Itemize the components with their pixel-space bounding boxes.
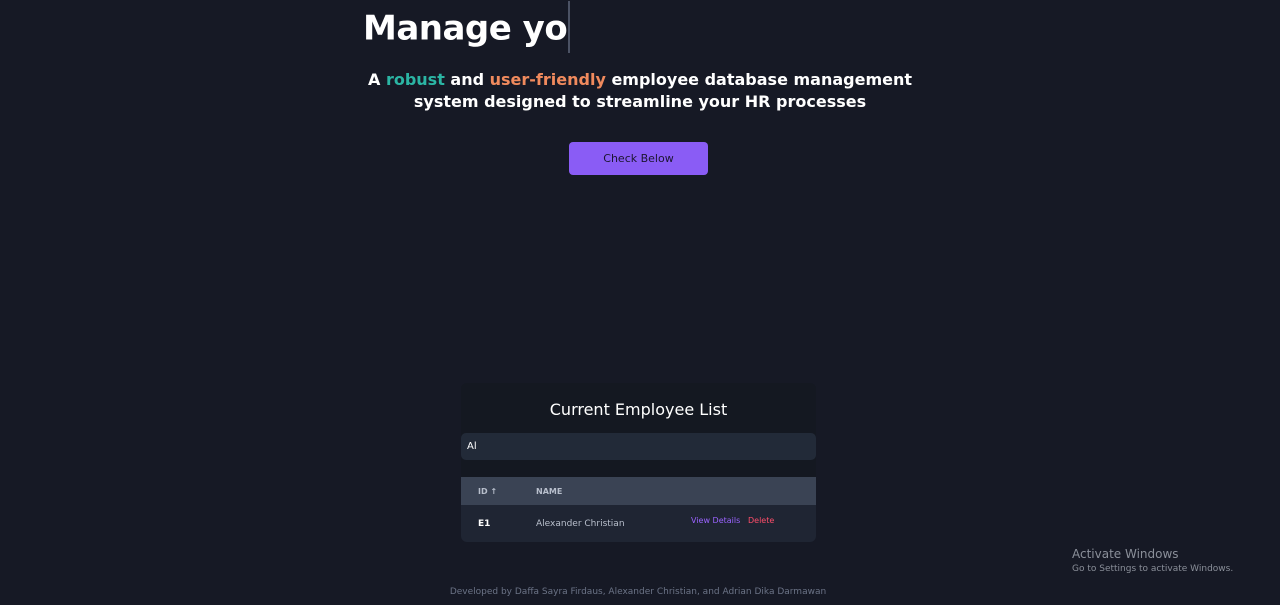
column-header-name[interactable]: NAME — [536, 487, 562, 496]
cell-employee-id: E1 — [478, 518, 491, 529]
employee-list-title: Current Employee List — [549, 400, 728, 419]
check-below-button[interactable]: Check Below — [569, 142, 708, 175]
employee-search-input[interactable] — [461, 433, 816, 460]
view-details-link[interactable]: View Details — [691, 516, 740, 525]
employee-list-card: Current Employee List ID ↑ NAME E1 Alexa… — [461, 383, 816, 542]
activate-windows-title: Activate Windows — [1072, 547, 1179, 561]
cell-employee-name: Alexander Christian — [536, 518, 625, 529]
table-row: E1 Alexander Christian View Details Dele… — [461, 505, 816, 542]
delete-link[interactable]: Delete — [748, 516, 774, 525]
activate-windows-watermark: Activate Windows Go to Settings to activ… — [1072, 546, 1233, 576]
subtitle-part-1: A — [367, 70, 386, 89]
subtitle-highlight-user-friendly: user-friendly — [489, 70, 606, 89]
typing-caret — [568, 1, 571, 53]
hero-title-text: Manage yo — [363, 8, 568, 49]
subtitle-part-3: and — [444, 70, 490, 89]
hero-title: Manage yo — [363, 1, 571, 56]
table-header: ID ↑ NAME — [461, 477, 816, 505]
activate-windows-subtitle: Go to Settings to activate Windows. — [1072, 564, 1234, 574]
column-header-id[interactable]: ID ↑ — [478, 487, 497, 496]
hero-subtitle: A robust and user-friendly employee data… — [340, 69, 940, 113]
footer-credits: Developed by Daffa Sayra Firdaus, Alexan… — [449, 587, 827, 597]
subtitle-highlight-robust: robust — [385, 70, 445, 89]
